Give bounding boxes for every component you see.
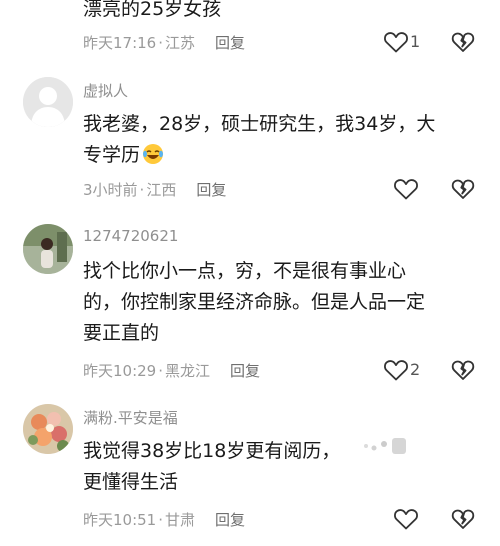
comment-text-line: 专学历	[83, 144, 141, 166]
comment-location: 江苏	[165, 34, 196, 52]
comment-list: 漂亮的25岁女孩 昨天17:16 · 江苏 回复 1 虚拟人 我老婆，28岁，硕士研究…	[0, 0, 500, 546]
comment-text-line: 漂亮的25岁女孩	[83, 0, 222, 20]
broken-heart-outline-icon[interactable]	[451, 358, 475, 382]
comment-location: 黑龙江	[165, 362, 211, 380]
reply-button[interactable]: 回复	[215, 34, 245, 52]
like-count: 2	[410, 360, 421, 379]
comment-text: 我老婆，28岁，硕士研究生，我34岁，大 专学历	[83, 109, 473, 171]
username[interactable]: 满粉.平安是福	[83, 407, 178, 428]
avatar[interactable]	[23, 224, 73, 274]
comment-time: 昨天10:51	[83, 511, 157, 529]
meta-separator: ·	[158, 34, 164, 52]
reply-button[interactable]: 回复	[215, 511, 245, 529]
avatar[interactable]	[23, 77, 73, 127]
comment-text: 找个比你小一点，穷，不是很有事业心 的，你控制家里经济命脉。但是人品一定 要正直…	[83, 256, 473, 349]
avatar[interactable]	[23, 404, 73, 454]
comment-meta: 昨天10:51 · 甘肃 回复	[83, 509, 245, 530]
meta-separator: ·	[158, 511, 164, 529]
default-avatar-icon	[23, 77, 73, 127]
comment-time: 昨天10:29	[83, 362, 157, 380]
comment-text-line: 我觉得38岁比18岁更有阅历，	[83, 440, 341, 462]
comment-meta: 昨天17:16 · 江苏 回复	[83, 32, 245, 53]
broken-heart-outline-icon[interactable]	[451, 507, 475, 531]
username[interactable]: 1274720621	[83, 227, 178, 245]
comment-time: 3小时前	[83, 181, 138, 199]
comment-meta: 3小时前 · 江西 回复	[83, 179, 226, 200]
comment-text: 我觉得38岁比18岁更有阅历， 更懂得生活	[83, 436, 473, 498]
broken-heart-outline-icon[interactable]	[451, 30, 475, 54]
comment-text-line: 要正直的	[83, 322, 160, 344]
faded-sticker-icon	[364, 438, 406, 454]
comment-text-line: 我老婆，28岁，硕士研究生，我34岁，大	[83, 113, 436, 135]
user-photo-avatar	[23, 224, 73, 274]
comment-text-line: 的，你控制家里经济命脉。但是人品一定	[83, 291, 426, 313]
meta-separator: ·	[158, 362, 164, 380]
laughing-crying-emoji-icon	[143, 144, 164, 164]
comment-meta: 昨天10:29 · 黑龙江 回复	[83, 360, 260, 381]
comment-text: 漂亮的25岁女孩	[83, 0, 473, 25]
reply-button[interactable]: 回复	[196, 181, 226, 199]
meta-separator: ·	[139, 181, 145, 199]
flower-photo-avatar	[23, 404, 73, 454]
username[interactable]: 虚拟人	[83, 80, 128, 101]
broken-heart-outline-icon[interactable]	[451, 177, 475, 201]
heart-outline-icon[interactable]	[393, 177, 419, 201]
like-count: 1	[410, 32, 421, 51]
heart-outline-icon[interactable]	[383, 30, 409, 54]
comment-location: 甘肃	[165, 511, 196, 529]
heart-outline-icon[interactable]	[383, 358, 409, 382]
comment-text-line: 更懂得生活	[83, 471, 179, 493]
reply-button[interactable]: 回复	[230, 362, 260, 380]
comment-text-line: 找个比你小一点，穷，不是很有事业心	[83, 260, 407, 282]
heart-outline-icon[interactable]	[393, 507, 419, 531]
comment-location: 江西	[146, 181, 177, 199]
comment-time: 昨天17:16	[83, 34, 157, 52]
